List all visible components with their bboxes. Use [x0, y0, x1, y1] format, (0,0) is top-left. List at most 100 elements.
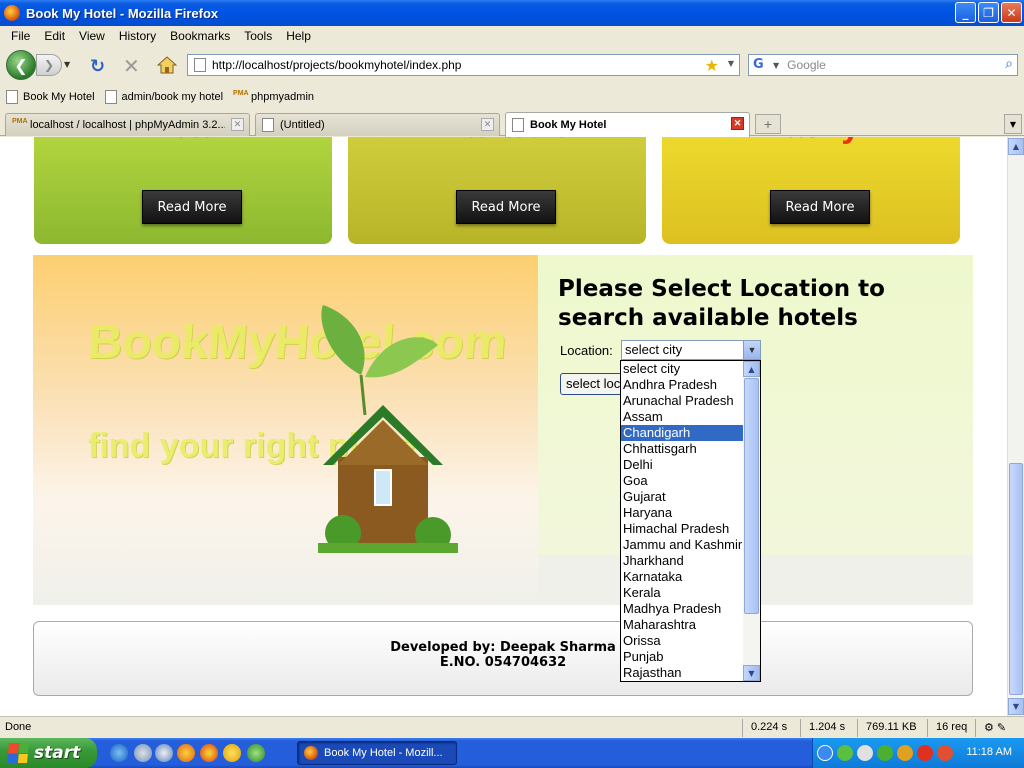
- start-button[interactable]: start: [0, 738, 97, 768]
- dropdown-option[interactable]: Andhra Pradesh: [621, 377, 743, 393]
- google-icon[interactable]: G: [753, 57, 769, 73]
- minimize-button[interactable]: _: [955, 2, 976, 23]
- cloud-icon[interactable]: [857, 745, 873, 761]
- url-dropdown-icon[interactable]: ▼: [728, 59, 734, 68]
- scroll-down-icon[interactable]: ▼: [743, 665, 760, 681]
- menu-view[interactable]: View: [72, 29, 112, 43]
- security-shield-icon[interactable]: [937, 745, 953, 761]
- media-player-icon[interactable]: [134, 744, 152, 762]
- page-icon: [512, 118, 524, 132]
- dropdown-option[interactable]: Delhi: [621, 457, 743, 473]
- close-window-button[interactable]: ✕: [1001, 2, 1022, 23]
- tab-list-button[interactable]: ▼: [1004, 114, 1022, 134]
- scroll-up-icon[interactable]: ▲: [1008, 138, 1024, 155]
- scroll-up-icon[interactable]: ▲: [743, 361, 760, 377]
- search-bar[interactable]: G ▼ Google ⌕: [748, 54, 1018, 76]
- close-tab-icon[interactable]: ✕: [481, 118, 494, 131]
- messenger-icon[interactable]: [223, 744, 241, 762]
- windows-taskbar: start Book My Hotel - Mozill... 11:18 AM: [0, 738, 1024, 768]
- scrollbar-thumb[interactable]: [1009, 463, 1023, 695]
- dropdown-option[interactable]: Punjab: [621, 649, 743, 665]
- page-footer: Developed by: Deepak Sharma E.NO. 054704…: [33, 621, 973, 696]
- dropdown-scrollbar-thumb[interactable]: [744, 378, 759, 614]
- window-title: Book My Hotel - Mozilla Firefox: [26, 5, 219, 21]
- utorrent-icon[interactable]: [247, 744, 265, 762]
- tab-book-my-hotel[interactable]: Book My Hotel ✕: [505, 112, 750, 137]
- clock: 11:18 AM: [966, 746, 1012, 758]
- dropdown-option[interactable]: Madhya Pradesh: [621, 601, 743, 617]
- dropdown-option[interactable]: Gujarat: [621, 489, 743, 505]
- tab-untitled[interactable]: (Untitled) ✕: [255, 113, 500, 136]
- dropdown-option[interactable]: Haryana: [621, 505, 743, 521]
- antivirus-icon[interactable]: [917, 745, 933, 761]
- search-input[interactable]: Google: [787, 58, 826, 72]
- bookmark-star-icon[interactable]: ★: [705, 56, 719, 75]
- menu-tools[interactable]: Tools: [237, 29, 279, 43]
- home-icon[interactable]: [157, 56, 177, 74]
- page-scrollbar[interactable]: ▲ ▼: [1007, 137, 1024, 716]
- dropdown-option[interactable]: Orissa: [621, 633, 743, 649]
- menu-bookmarks[interactable]: Bookmarks: [163, 29, 237, 43]
- bookmark-admin[interactable]: admin/book my hotel: [104, 90, 223, 104]
- read-more-button[interactable]: Read More: [142, 190, 242, 224]
- dropdown-option[interactable]: Jammu and Kashmir: [621, 537, 743, 553]
- chevron-down-icon[interactable]: ▼: [743, 341, 760, 359]
- firefox-icon[interactable]: [177, 744, 195, 762]
- dropdown-option[interactable]: Rajasthan: [621, 665, 743, 681]
- chrome-icon[interactable]: [200, 744, 218, 762]
- back-button[interactable]: ❮: [6, 50, 36, 80]
- ie-icon[interactable]: [110, 744, 128, 762]
- menu-bar: File Edit View History Bookmarks Tools H…: [0, 26, 1024, 46]
- show-desktop-icon[interactable]: [155, 744, 173, 762]
- menu-edit[interactable]: Edit: [37, 29, 72, 43]
- dropdown-option[interactable]: select city: [621, 361, 743, 377]
- url-text[interactable]: http://localhost/projects/bookmyhotel/in…: [212, 58, 461, 72]
- bookmark-phpmyadmin[interactable]: PMA phpmyadmin: [233, 90, 314, 104]
- bookmarks-toolbar: Book My Hotel admin/book my hotel PMA ph…: [0, 86, 1024, 108]
- menu-help[interactable]: Help: [279, 29, 318, 43]
- close-tab-icon[interactable]: ✕: [731, 117, 744, 130]
- reload-icon[interactable]: ↻: [90, 56, 105, 77]
- history-dropdown-icon[interactable]: ▼: [64, 60, 70, 69]
- bookmark-book-my-hotel[interactable]: Book My Hotel: [6, 90, 95, 104]
- dropdown-option[interactable]: Himachal Pradesh: [621, 521, 743, 537]
- status-addon-icons[interactable]: ⚙ ✎: [975, 719, 1024, 737]
- dropdown-option[interactable]: Jharkhand: [621, 553, 743, 569]
- dropdown-option[interactable]: Assam: [621, 409, 743, 425]
- footer-developer: Developed by: Deepak Sharma: [390, 640, 616, 655]
- menu-file[interactable]: File: [4, 29, 37, 43]
- forward-button[interactable]: ❯: [36, 54, 62, 76]
- tab-phpmyadmin[interactable]: PMA localhost / localhost | phpMyAdmin 3…: [5, 113, 250, 136]
- close-tab-icon[interactable]: ✕: [231, 118, 244, 131]
- magnifier-icon[interactable]: ⌕: [1005, 56, 1013, 72]
- dropdown-option-highlighted[interactable]: Chandigarh: [621, 425, 743, 441]
- dropdown-option[interactable]: Maharashtra: [621, 617, 743, 633]
- network-icon[interactable]: [837, 745, 853, 761]
- location-select[interactable]: select city ▼: [621, 340, 761, 360]
- dropdown-scrollbar[interactable]: ▲ ▼: [743, 361, 760, 681]
- dropdown-option[interactable]: Arunachal Pradesh: [621, 393, 743, 409]
- maximize-button[interactable]: ❐: [978, 2, 999, 23]
- utorrent-tray-icon[interactable]: [877, 745, 893, 761]
- feature-card-1: Deal Read More: [34, 137, 332, 244]
- tray-app-icon[interactable]: [897, 745, 913, 761]
- scroll-down-icon[interactable]: ▼: [1008, 698, 1024, 715]
- location-selected-value: select city: [625, 342, 683, 357]
- taskbar-firefox-window[interactable]: Book My Hotel - Mozill...: [297, 741, 457, 765]
- menu-history[interactable]: History: [112, 29, 163, 43]
- url-bar[interactable]: http://localhost/projects/bookmyhotel/in…: [187, 54, 740, 76]
- stop-icon[interactable]: ✕: [123, 54, 140, 78]
- tray-arrow-icon[interactable]: [817, 745, 833, 761]
- bookmark-label: phpmyadmin: [251, 91, 315, 103]
- dropdown-option[interactable]: Goa: [621, 473, 743, 489]
- page-icon: [194, 58, 206, 72]
- search-engine-dropdown-icon[interactable]: ▼: [773, 61, 779, 70]
- read-more-button[interactable]: Read More: [456, 190, 556, 224]
- new-tab-button[interactable]: +: [755, 114, 781, 134]
- dropdown-option[interactable]: Kerala: [621, 585, 743, 601]
- dropdown-option[interactable]: Karnataka: [621, 569, 743, 585]
- status-load-time: 0.224 s: [742, 719, 795, 737]
- dropdown-option[interactable]: Chhattisgarh: [621, 441, 743, 457]
- location-dropdown-list[interactable]: select city Andhra Pradesh Arunachal Pra…: [620, 360, 761, 682]
- read-more-button[interactable]: Read More: [770, 190, 870, 224]
